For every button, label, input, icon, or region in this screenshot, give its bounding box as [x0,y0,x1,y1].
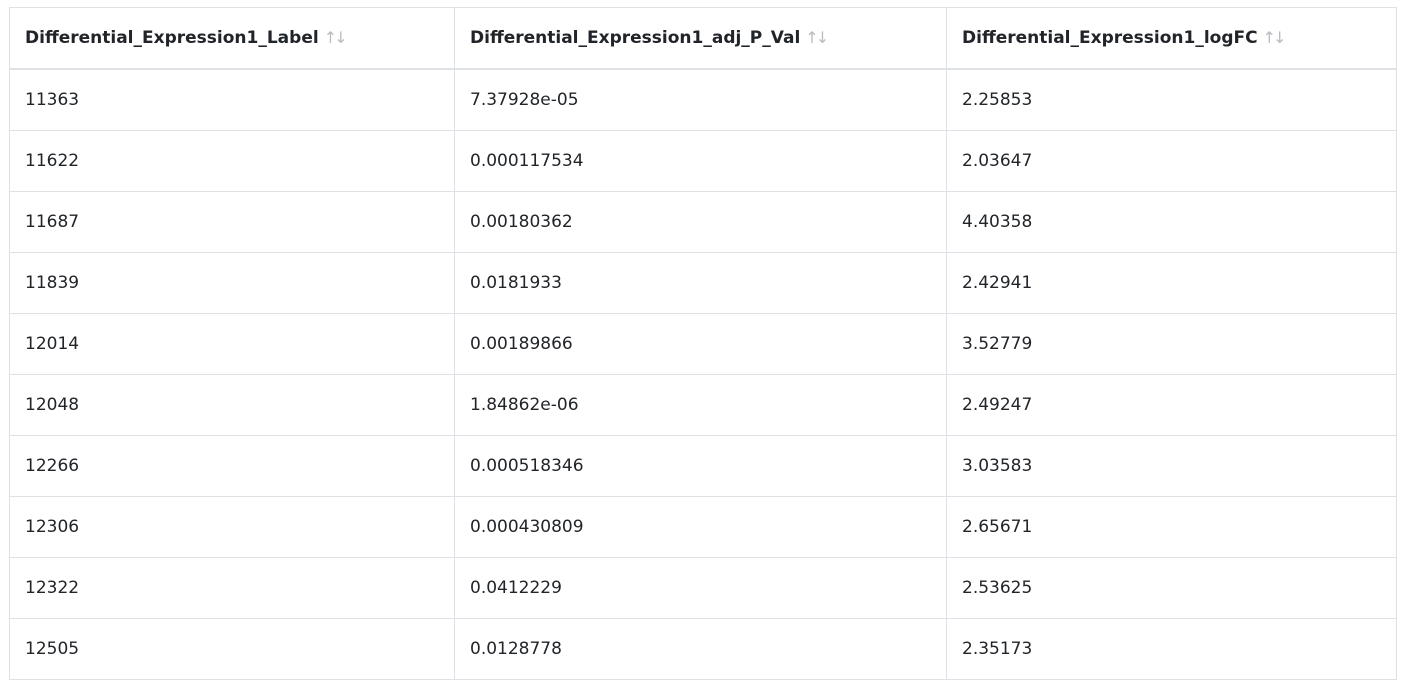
table-row: 12048 1.84862e-06 2.49247 [9,374,1397,436]
sort-icon[interactable]: ↑↓ [324,28,348,47]
cell-logfc: 2.65671 [946,496,1397,558]
cell-adj-p-val: 7.37928e-05 [454,69,947,131]
table-row: 12322 0.0412229 2.53625 [9,557,1397,619]
cell-adj-p-val: 0.0181933 [454,252,947,314]
cell-adj-p-val: 0.00180362 [454,191,947,253]
cell-logfc: 2.03647 [946,130,1397,192]
cell-adj-p-val: 0.00189866 [454,313,947,375]
cell-logfc: 2.53625 [946,557,1397,619]
table-row: 11363 7.37928e-05 2.25853 [9,69,1397,131]
table-body: 11363 7.37928e-05 2.25853 11622 0.000117… [9,69,1397,680]
column-header-adj-p-val[interactable]: Differential_Expression1_adj_P_Val ↑↓ [454,7,947,70]
cell-adj-p-val: 0.0412229 [454,557,947,619]
results-table: Differential_Expression1_Label ↑↓ Differe… [9,7,1397,680]
cell-adj-p-val: 0.000518346 [454,435,947,497]
table-row: 12505 0.0128778 2.35173 [9,618,1397,680]
table-row: 12266 0.000518346 3.03583 [9,435,1397,497]
table-row: 11839 0.0181933 2.42941 [9,252,1397,314]
sort-icon[interactable]: ↑↓ [1263,28,1287,47]
cell-logfc: 4.40358 [946,191,1397,253]
cell-label: 11363 [9,69,455,131]
table-row: 12014 0.00189866 3.52779 [9,313,1397,375]
column-header-text: Differential_Expression1_Label [25,28,319,48]
header-row: Differential_Expression1_Label ↑↓ Differe… [9,7,1397,70]
cell-label: 11687 [9,191,455,253]
table-row: 12306 0.000430809 2.65671 [9,496,1397,558]
cell-label: 12048 [9,374,455,436]
table-row: 11622 0.000117534 2.03647 [9,130,1397,192]
column-header-logfc[interactable]: Differential_Expression1_logFC ↑↓ [946,7,1397,70]
cell-label: 12322 [9,557,455,619]
cell-label: 12014 [9,313,455,375]
cell-adj-p-val: 1.84862e-06 [454,374,947,436]
cell-adj-p-val: 0.000117534 [454,130,947,192]
cell-logfc: 3.52779 [946,313,1397,375]
table-row: 11687 0.00180362 4.40358 [9,191,1397,253]
results-table-container: Differential_Expression1_Label ↑↓ Differe… [9,7,1397,680]
cell-label: 11622 [9,130,455,192]
column-header-text: Differential_Expression1_logFC [962,28,1258,48]
cell-adj-p-val: 0.000430809 [454,496,947,558]
cell-label: 12306 [9,496,455,558]
table-header: Differential_Expression1_Label ↑↓ Differe… [9,7,1397,70]
cell-logfc: 3.03583 [946,435,1397,497]
cell-adj-p-val: 0.0128778 [454,618,947,680]
cell-logfc: 2.25853 [946,69,1397,131]
column-header-text: Differential_Expression1_adj_P_Val [470,28,801,48]
sort-icon[interactable]: ↑↓ [805,28,829,47]
cell-label: 11839 [9,252,455,314]
cell-logfc: 2.42941 [946,252,1397,314]
column-header-label[interactable]: Differential_Expression1_Label ↑↓ [9,7,455,70]
cell-logfc: 2.49247 [946,374,1397,436]
cell-label: 12266 [9,435,455,497]
cell-logfc: 2.35173 [946,618,1397,680]
cell-label: 12505 [9,618,455,680]
